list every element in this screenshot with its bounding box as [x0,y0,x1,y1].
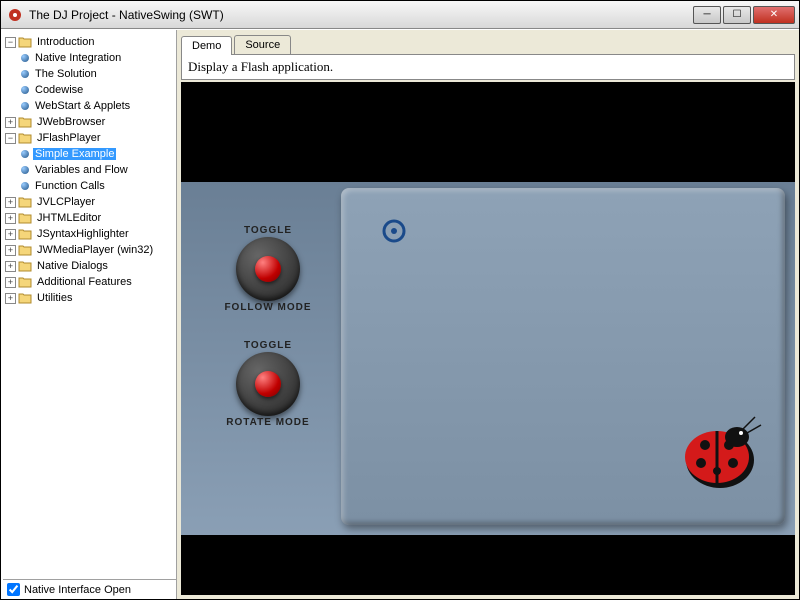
tab-bar: Demo Source [177,30,799,54]
tab-demo[interactable]: Demo [181,36,232,55]
red-button-icon [255,371,281,397]
expand-icon[interactable]: + [5,277,16,288]
tab-source[interactable]: Source [234,35,291,54]
maximize-button[interactable]: ☐ [723,6,751,24]
target-icon [381,218,407,244]
bullet-icon [21,150,29,158]
tree[interactable]: − Introduction Native Integration The So… [3,34,176,579]
tree-node-jvlcplayer[interactable]: +JVLCPlayer [3,194,176,210]
folder-icon [18,260,32,272]
tree-node-introduction[interactable]: − Introduction [3,34,176,50]
window-title: The DJ Project - NativeSwing (SWT) [29,8,691,22]
tree-node-jsyntaxhighlighter[interactable]: +JSyntaxHighlighter [3,226,176,242]
expand-icon[interactable]: + [5,293,16,304]
collapse-icon[interactable]: − [5,37,16,48]
folder-open-icon [18,132,32,144]
tree-node-utilities[interactable]: +Utilities [3,290,176,306]
play-area[interactable] [341,188,785,525]
toggle-rotate-button[interactable] [236,352,300,416]
expand-icon[interactable]: + [5,229,16,240]
close-button[interactable]: ✕ [753,6,795,24]
expand-icon[interactable]: + [5,213,16,224]
tree-node-nativedialogs[interactable]: +Native Dialogs [3,258,176,274]
bullet-icon [21,182,29,190]
ladybug-icon [665,415,765,495]
status-bar: Native Interface Open [3,579,176,599]
expand-icon[interactable]: + [5,197,16,208]
tree-node-jwebbrowser[interactable]: +JWebBrowser [3,114,176,130]
tree-leaf-selected[interactable]: Simple Example [3,146,176,162]
expand-icon[interactable]: + [5,117,16,128]
flash-stage[interactable]: TOGGLE FOLLOW MODE TOGGLE ROTATE MODE [181,182,795,535]
app-icon [7,7,23,23]
status-label: Native Interface Open [24,584,131,596]
button2-label-bottom: ROTATE MODE [208,417,328,428]
flash-container: TOGGLE FOLLOW MODE TOGGLE ROTATE MODE [181,82,795,595]
folder-icon [18,196,32,208]
button1-label-bottom: FOLLOW MODE [208,302,328,313]
button1-label-top: TOGGLE [208,225,328,236]
tree-leaf[interactable]: Variables and Flow [3,162,176,178]
tree-node-jflashplayer[interactable]: −JFlashPlayer [3,130,176,146]
expand-icon[interactable]: + [5,245,16,256]
folder-icon [18,228,32,240]
tree-leaf[interactable]: Function Calls [3,178,176,194]
folder-icon [18,244,32,256]
folder-icon [18,116,32,128]
tree-node-jhtmleditor[interactable]: +JHTMLEditor [3,210,176,226]
tree-leaf[interactable]: WebStart & Applets [3,98,176,114]
bullet-icon [21,86,29,94]
folder-icon [18,212,32,224]
folder-open-icon [18,36,32,48]
titlebar[interactable]: The DJ Project - NativeSwing (SWT) ─ ☐ ✕ [1,1,799,29]
tree-leaf[interactable]: The Solution [3,66,176,82]
tree-leaf[interactable]: Codewise [3,82,176,98]
main-panel: Demo Source Display a Flash application.… [177,30,799,599]
sidebar: − Introduction Native Integration The So… [1,30,177,599]
toggle-follow-button[interactable] [236,237,300,301]
bullet-icon [21,166,29,174]
red-button-icon [255,256,281,282]
minimize-button[interactable]: ─ [693,6,721,24]
expand-icon[interactable]: + [5,261,16,272]
folder-icon [18,292,32,304]
tree-leaf[interactable]: Native Integration [3,50,176,66]
bullet-icon [21,70,29,78]
collapse-icon[interactable]: − [5,133,16,144]
tree-node-jwmediaplayer[interactable]: +JWMediaPlayer (win32) [3,242,176,258]
tree-node-additionalfeatures[interactable]: +Additional Features [3,274,176,290]
button2-label-top: TOGGLE [208,340,328,351]
bullet-icon [21,54,29,62]
description-label: Display a Flash application. [181,54,795,80]
folder-icon [18,276,32,288]
bullet-icon [21,102,29,110]
native-interface-checkbox[interactable] [7,583,20,596]
